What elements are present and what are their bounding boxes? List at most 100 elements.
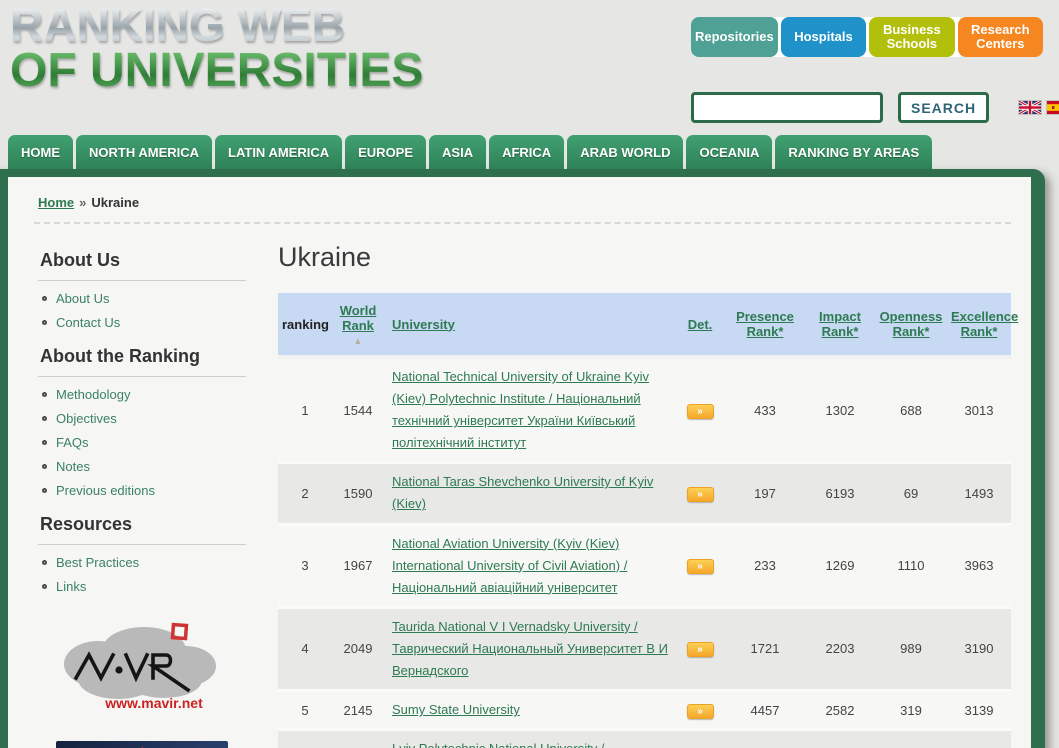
sidebar-item-links[interactable]: Links (42, 579, 246, 594)
details-button[interactable]: » (687, 704, 714, 719)
excellence-rank-cell: 1493 (947, 486, 1011, 501)
presence-rank-sort-link[interactable]: Presence Rank* (736, 309, 794, 339)
details-button[interactable]: » (687, 642, 714, 657)
details-button[interactable]: » (687, 559, 714, 574)
bullet-icon (42, 296, 47, 301)
site-logo[interactable]: RANKING WEB OF UNIVERSITIES (10, 4, 423, 93)
language-switcher (1019, 101, 1059, 114)
details-button[interactable]: » (687, 487, 714, 502)
tab-africa[interactable]: AFRICA (489, 135, 564, 169)
tab-asia[interactable]: ASIA (429, 135, 486, 169)
sidebar-link-previous-editions[interactable]: Previous editions (56, 483, 155, 498)
table-row: 6 2164 Lviv Polytechnic National Univers… (278, 731, 1011, 748)
mavir-logo[interactable]: www.mavir.net (56, 616, 228, 719)
spain-flag-icon[interactable] (1047, 101, 1059, 114)
sidebar-link-about-us[interactable]: About Us (56, 291, 109, 306)
tab-home[interactable]: HOME (8, 135, 73, 169)
tab-ranking-by-areas[interactable]: RANKING BY AREAS (775, 135, 932, 169)
det-cell: » (675, 557, 725, 574)
tab-north-america[interactable]: NORTH AMERICA (76, 135, 212, 169)
university-link[interactable]: National Aviation University (Kyiv (Kiev… (392, 536, 627, 595)
breadcrumb-divider (34, 222, 1011, 224)
university-link[interactable]: Lviv Polytechnic National University / Н… (392, 741, 612, 748)
sidebar-item-notes[interactable]: Notes (42, 459, 246, 474)
openness-rank-cell: 1110 (875, 558, 947, 573)
presence-rank-cell: 4457 (725, 703, 805, 718)
bullet-icon (42, 440, 47, 445)
impact-rank-cell: 2582 (805, 703, 875, 718)
openness-rank-cell: 989 (875, 641, 947, 656)
sidebar-link-contact-us[interactable]: Contact Us (56, 315, 120, 330)
table-body: 1 1544 National Technical University of … (278, 359, 1011, 748)
openness-rank-sort-link[interactable]: Openness Rank* (880, 309, 943, 339)
openness-rank-cell: 69 (875, 486, 947, 501)
impact-rank-sort-link[interactable]: Impact Rank* (819, 309, 861, 339)
details-button[interactable]: » (687, 404, 714, 419)
breadcrumb-home-link[interactable]: Home (38, 195, 74, 210)
openness-rank-cell: 319 (875, 703, 947, 718)
search-button[interactable]: SEARCH (898, 92, 989, 123)
bullet-icon (42, 488, 47, 493)
sidebar-item-about-us[interactable]: About Us (42, 291, 246, 306)
world-rank-cell: 2049 (332, 641, 384, 656)
university-link[interactable]: National Technical University of Ukraine… (392, 369, 649, 450)
main-nav: HOME NORTH AMERICA LATIN AMERICA EUROPE … (0, 135, 1059, 169)
impact-rank-cell: 6193 (805, 486, 875, 501)
header-presence-rank: Presence Rank* (725, 309, 805, 339)
world-rank-sort-link[interactable]: World Rank (340, 303, 377, 333)
sidebar-link-methodology[interactable]: Methodology (56, 387, 130, 402)
tab-oceania[interactable]: OCEANIA (686, 135, 772, 169)
majesticseo-logo[interactable]: ★ ★ ★ ★ ★ ★ ★ MAJESTICSEO (56, 741, 228, 748)
sidebar-link-faqs[interactable]: FAQs (56, 435, 89, 450)
det-cell: » (675, 702, 725, 719)
tab-arab-world[interactable]: ARAB WORLD (567, 135, 683, 169)
sidebar-item-best-practices[interactable]: Best Practices (42, 555, 246, 570)
repositories-button[interactable]: Repositories (691, 17, 778, 57)
world-rank-cell: 1590 (332, 486, 384, 501)
det-cell: » (675, 485, 725, 502)
sidebar-item-previous-editions[interactable]: Previous editions (42, 483, 246, 498)
impact-rank-cell: 1269 (805, 558, 875, 573)
sidebar-heading-resources: Resources (38, 514, 246, 545)
uk-flag-icon[interactable] (1019, 101, 1041, 114)
impact-rank-cell: 2203 (805, 641, 875, 656)
sort-asc-icon: ▲ (336, 336, 380, 346)
search-input[interactable] (691, 92, 883, 123)
tab-latin-america[interactable]: LATIN AMERICA (215, 135, 342, 169)
det-header-link[interactable]: Det. (688, 317, 713, 332)
det-cell: » (675, 640, 725, 657)
sidebar-link-objectives[interactable]: Objectives (56, 411, 117, 426)
header-right: Repositories Hospitals Business Schools … (691, 17, 1043, 123)
ranking-cell: 5 (278, 703, 332, 718)
research-centers-button[interactable]: Research Centers (958, 17, 1043, 57)
site-header: RANKING WEB OF UNIVERSITIES Repositories… (0, 0, 1059, 135)
bullet-icon (42, 584, 47, 589)
university-cell: National Taras Shevchenko University of … (384, 471, 675, 515)
university-cell: Taurida National V I Vernadsky Universit… (384, 616, 675, 682)
table-row: 2 1590 National Taras Shevchenko Univers… (278, 464, 1011, 525)
det-cell: » (675, 402, 725, 419)
sidebar-item-methodology[interactable]: Methodology (42, 387, 246, 402)
sidebar-item-faqs[interactable]: FAQs (42, 435, 246, 450)
sidebar-link-notes[interactable]: Notes (56, 459, 90, 474)
page-title: Ukraine (278, 242, 1011, 273)
world-rank-cell: 1544 (332, 403, 384, 418)
sidebar-item-objectives[interactable]: Objectives (42, 411, 246, 426)
sidebar-link-links[interactable]: Links (56, 579, 86, 594)
university-link[interactable]: National Taras Shevchenko University of … (392, 474, 653, 511)
sidebar-link-best-practices[interactable]: Best Practices (56, 555, 139, 570)
university-sort-link[interactable]: University (392, 317, 455, 332)
bullet-icon (42, 392, 47, 397)
university-link[interactable]: Sumy State University (392, 702, 520, 717)
header-impact-rank: Impact Rank* (805, 309, 875, 339)
university-link[interactable]: Taurida National V I Vernadsky Universit… (392, 619, 668, 678)
hospitals-button[interactable]: Hospitals (781, 17, 866, 57)
business-schools-button[interactable]: Business Schools (869, 17, 954, 57)
tab-europe[interactable]: EUROPE (345, 135, 426, 169)
excellence-rank-sort-link[interactable]: Excellence Rank* (951, 309, 1018, 339)
bullet-icon (42, 464, 47, 469)
sidebar-item-contact-us[interactable]: Contact Us (42, 315, 246, 330)
bullet-icon (42, 416, 47, 421)
table-header: ranking World Rank ▲ University Det. Pre… (278, 293, 1011, 359)
logo-line2: OF UNIVERSITIES (10, 48, 423, 94)
